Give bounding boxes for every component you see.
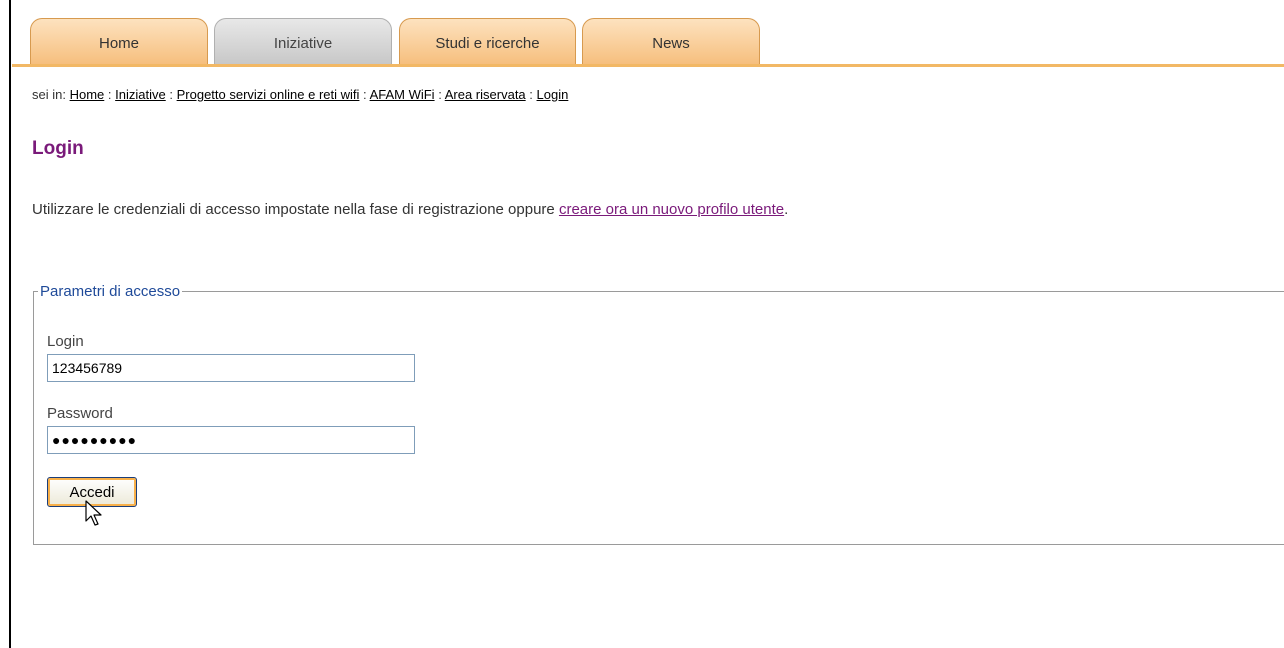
breadcrumb-link-iniziative[interactable]: Iniziative	[115, 87, 166, 102]
tab-studi-label: Studi e ricerche	[435, 35, 540, 52]
breadcrumb: sei in: Home : Iniziative : Progetto ser…	[32, 87, 568, 102]
breadcrumb-separator: :	[107, 87, 112, 102]
tab-home[interactable]: Home	[30, 18, 208, 64]
tab-home-label: Home	[98, 35, 139, 52]
tab-iniziative-label: Iniziative	[273, 35, 333, 52]
breadcrumb-link-progetto[interactable]: Progetto servizi online e reti wifi	[177, 87, 360, 102]
main-tab-bar: Home Iniziative Studi e ricerche News	[12, 14, 1284, 68]
tab-news-label: News	[652, 35, 690, 52]
tab-studi-e-ricerche[interactable]: Studi e ricerche	[399, 18, 576, 64]
login-label: Login	[47, 333, 84, 350]
tab-news[interactable]: News	[582, 18, 760, 64]
tab-iniziative[interactable]: Iniziative	[214, 18, 392, 64]
breadcrumb-link-area-riservata[interactable]: Area riservata	[445, 87, 526, 102]
breadcrumb-separator: :	[529, 87, 533, 102]
intro-paragraph: Utilizzare le credenziali di accesso imp…	[32, 201, 788, 218]
intro-end: .	[784, 201, 789, 218]
password-input[interactable]	[47, 426, 415, 454]
fieldset-legend: Parametri di accesso	[40, 283, 181, 300]
mouse-pointer-icon	[85, 500, 102, 526]
window-left-border	[9, 0, 11, 648]
tab-bar-underline	[12, 64, 1284, 67]
login-fieldset: Parametri di accesso	[33, 283, 1284, 545]
breadcrumb-link-login[interactable]: Login	[537, 87, 569, 102]
breadcrumb-prefix: sei in:	[32, 87, 66, 102]
breadcrumb-separator: :	[363, 87, 367, 102]
breadcrumb-separator: :	[438, 87, 442, 102]
breadcrumb-link-afam-wifi[interactable]: AFAM WiFi	[370, 87, 435, 102]
breadcrumb-separator: :	[169, 87, 173, 102]
create-profile-link[interactable]: creare ora un nuovo profilo utente	[559, 201, 784, 218]
page-title: Login	[32, 138, 84, 159]
breadcrumb-link-home[interactable]: Home	[70, 87, 105, 102]
intro-text: Utilizzare le credenziali di accesso imp…	[32, 201, 555, 218]
login-input[interactable]	[47, 354, 415, 382]
password-label: Password	[47, 405, 113, 422]
